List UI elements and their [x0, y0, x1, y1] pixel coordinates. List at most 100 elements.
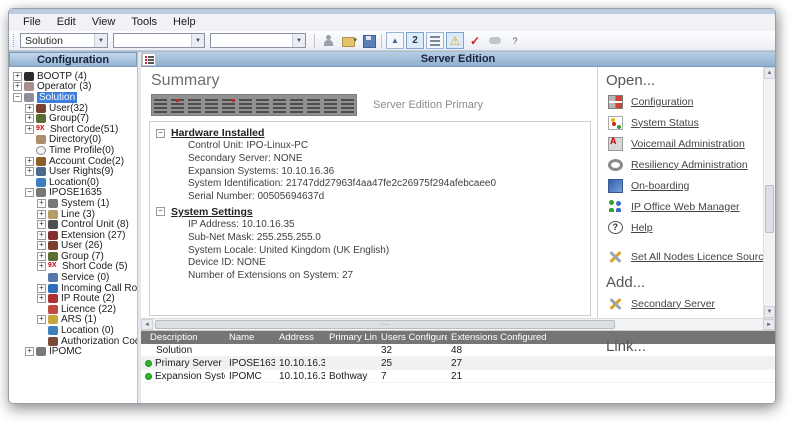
- link-configuration[interactable]: Configuration: [608, 94, 761, 109]
- menu-help[interactable]: Help: [165, 15, 204, 30]
- scrollbar-thumb[interactable]: [155, 320, 615, 329]
- help-window-icon[interactable]: ?: [506, 32, 524, 49]
- tree-expander-icon[interactable]: +: [37, 198, 46, 208]
- summary-list-icon[interactable]: [142, 52, 156, 66]
- validation-warning-icon[interactable]: ⚠: [446, 32, 464, 49]
- chevron-down-icon[interactable]: ▼: [191, 34, 204, 47]
- tree-expander-icon[interactable]: +: [37, 262, 46, 272]
- link-voicemail-administration[interactable]: Voicemail Administration: [608, 136, 761, 151]
- tree-item-group-7[interactable]: + Group(7): [9, 113, 137, 124]
- main-horizontal-scrollbar[interactable]: ◄ ►: [141, 318, 775, 330]
- tree-item-short-code-5[interactable]: +9X Short Code (5): [9, 261, 137, 272]
- section-collapse-icon[interactable]: −: [156, 128, 165, 138]
- offline-icon[interactable]: [486, 32, 504, 49]
- tree-item-location-0[interactable]: Location(0): [9, 177, 137, 188]
- tree-item-ipose1635[interactable]: − IPOSE1635: [9, 187, 137, 198]
- save-icon[interactable]: [359, 32, 377, 49]
- toolbar-grip[interactable]: [13, 34, 16, 47]
- tree-item-short-code-51[interactable]: +9X Short Code(51): [9, 124, 137, 135]
- link-label[interactable]: Voicemail Administration: [631, 138, 745, 150]
- tree-item-operator-3[interactable]: + Operator (3): [9, 81, 137, 92]
- columns-icon[interactable]: [426, 32, 444, 49]
- tree-expander-icon[interactable]: −: [13, 92, 22, 102]
- tree-expander-icon[interactable]: +: [25, 103, 34, 113]
- tree-item-ip-route-2[interactable]: + IP Route (2): [9, 293, 137, 304]
- tree-item-location-0[interactable]: Location (0): [9, 325, 137, 336]
- link-secondary-server[interactable]: Secondary Server: [608, 296, 761, 311]
- link-label[interactable]: System Status: [631, 117, 699, 129]
- menu-view[interactable]: View: [84, 15, 124, 30]
- menu-edit[interactable]: Edit: [49, 15, 84, 30]
- links-vertical-scrollbar[interactable]: ▲ ▼: [763, 67, 775, 318]
- scope-combo[interactable]: Solution ▼: [20, 33, 108, 48]
- tree-expander-icon[interactable]: +: [25, 167, 34, 177]
- tree-expander-icon[interactable]: +: [13, 82, 22, 92]
- tree-item-authorization-code-0[interactable]: Authorization Code (0): [9, 336, 137, 347]
- tree-item-service-0[interactable]: Service (0): [9, 272, 137, 283]
- tree-expander-icon[interactable]: +: [25, 114, 34, 124]
- record-combo[interactable]: ▼: [210, 33, 306, 48]
- tree-expander-icon[interactable]: −: [25, 188, 34, 198]
- tree-expander-icon[interactable]: +: [25, 156, 34, 166]
- chevron-down-icon[interactable]: ▼: [292, 34, 305, 47]
- scrollbar-thumb[interactable]: [765, 185, 774, 233]
- open-folder-icon[interactable]: [339, 32, 357, 49]
- link-label[interactable]: IP Office Web Manager: [631, 201, 740, 213]
- link-label[interactable]: On-boarding: [631, 180, 689, 192]
- tree-expander-icon[interactable]: +: [37, 251, 46, 261]
- tree-item-user-26[interactable]: + User (26): [9, 240, 137, 251]
- tree-expander-icon[interactable]: +: [37, 230, 46, 240]
- tree-expander-icon[interactable]: +: [37, 315, 46, 325]
- tree-item-line-3[interactable]: + Line (3): [9, 209, 137, 220]
- tree-item-solution[interactable]: − Solution: [9, 91, 137, 103]
- scroll-left-icon[interactable]: ◄: [141, 319, 153, 330]
- link-set-all-nodes-licence-source[interactable]: Set All Nodes Licence Source: [608, 249, 769, 264]
- tree-item-licence-22[interactable]: Licence (22): [9, 304, 137, 315]
- tree-expander-icon[interactable]: +: [37, 220, 46, 230]
- table-row-primary-server[interactable]: Primary Server IPOSE1635 10.10.16.35 25 27: [141, 357, 775, 370]
- link-system-status[interactable]: System Status: [608, 115, 761, 130]
- table-row-expansion-system[interactable]: Expansion System IPOMC 10.10.16.36 Bothway 7…: [141, 370, 775, 383]
- tree-item-ipomc[interactable]: + IPOMC: [9, 346, 137, 357]
- tree-expander-icon[interactable]: +: [37, 209, 46, 219]
- tree-expander-icon[interactable]: +: [25, 124, 34, 134]
- scroll-down-icon[interactable]: ▼: [764, 306, 775, 318]
- link-label[interactable]: Set All Nodes Licence Source: [631, 251, 769, 263]
- tree-item-system-1[interactable]: + System (1): [9, 198, 137, 209]
- link-on-boarding[interactable]: On-boarding: [608, 178, 761, 193]
- tree-item-bootp-4[interactable]: + BOOTP (4): [9, 71, 137, 82]
- tree-item-incoming-call-route-15[interactable]: + Incoming Call Route (15): [9, 283, 137, 294]
- tree-expander-icon[interactable]: +: [13, 71, 22, 81]
- link-resiliency-administration[interactable]: Resiliency Administration: [608, 157, 761, 172]
- section-collapse-icon[interactable]: −: [156, 207, 165, 217]
- link-label[interactable]: Secondary Server: [631, 298, 715, 310]
- show-details-icon[interactable]: 2: [406, 32, 424, 49]
- tree-item-time-profile-0[interactable]: Time Profile(0): [9, 145, 137, 156]
- validate-check-icon[interactable]: ✓: [466, 32, 484, 49]
- collapse-groups-icon[interactable]: ▲: [386, 32, 404, 49]
- chevron-down-icon[interactable]: ▼: [94, 34, 107, 47]
- link-label[interactable]: Resiliency Administration: [631, 159, 748, 171]
- menu-tools[interactable]: Tools: [123, 15, 165, 30]
- scroll-right-icon[interactable]: ►: [763, 319, 775, 330]
- tree-expander-icon[interactable]: +: [37, 241, 46, 251]
- link-help[interactable]: Help: [608, 220, 761, 235]
- tree-item-user-rights-9[interactable]: + User Rights(9): [9, 166, 137, 177]
- tree-item-ars-1[interactable]: + ARS (1): [9, 314, 137, 325]
- tree-item-account-code-2[interactable]: + Account Code(2): [9, 156, 137, 167]
- tree-expander-icon[interactable]: +: [37, 294, 46, 304]
- tree-item-control-unit-8[interactable]: + Control Unit (8): [9, 219, 137, 230]
- user-icon[interactable]: [319, 32, 337, 49]
- scroll-up-icon[interactable]: ▲: [764, 67, 775, 79]
- type-combo[interactable]: ▼: [113, 33, 205, 48]
- tree-expander-icon[interactable]: +: [37, 283, 46, 293]
- tree-item-group-7[interactable]: + Group (7): [9, 251, 137, 262]
- tree-item-directory-0[interactable]: Directory(0): [9, 134, 137, 145]
- menu-file[interactable]: File: [15, 15, 49, 30]
- tree-item-extension-27[interactable]: + Extension (27): [9, 230, 137, 241]
- tree-expander-icon[interactable]: +: [25, 347, 34, 357]
- link-label[interactable]: Configuration: [631, 96, 693, 108]
- link-ip-office-web-manager[interactable]: IP Office Web Manager: [608, 199, 761, 214]
- tree-item-user-32[interactable]: + User(32): [9, 103, 137, 114]
- link-label[interactable]: Help: [631, 222, 653, 234]
